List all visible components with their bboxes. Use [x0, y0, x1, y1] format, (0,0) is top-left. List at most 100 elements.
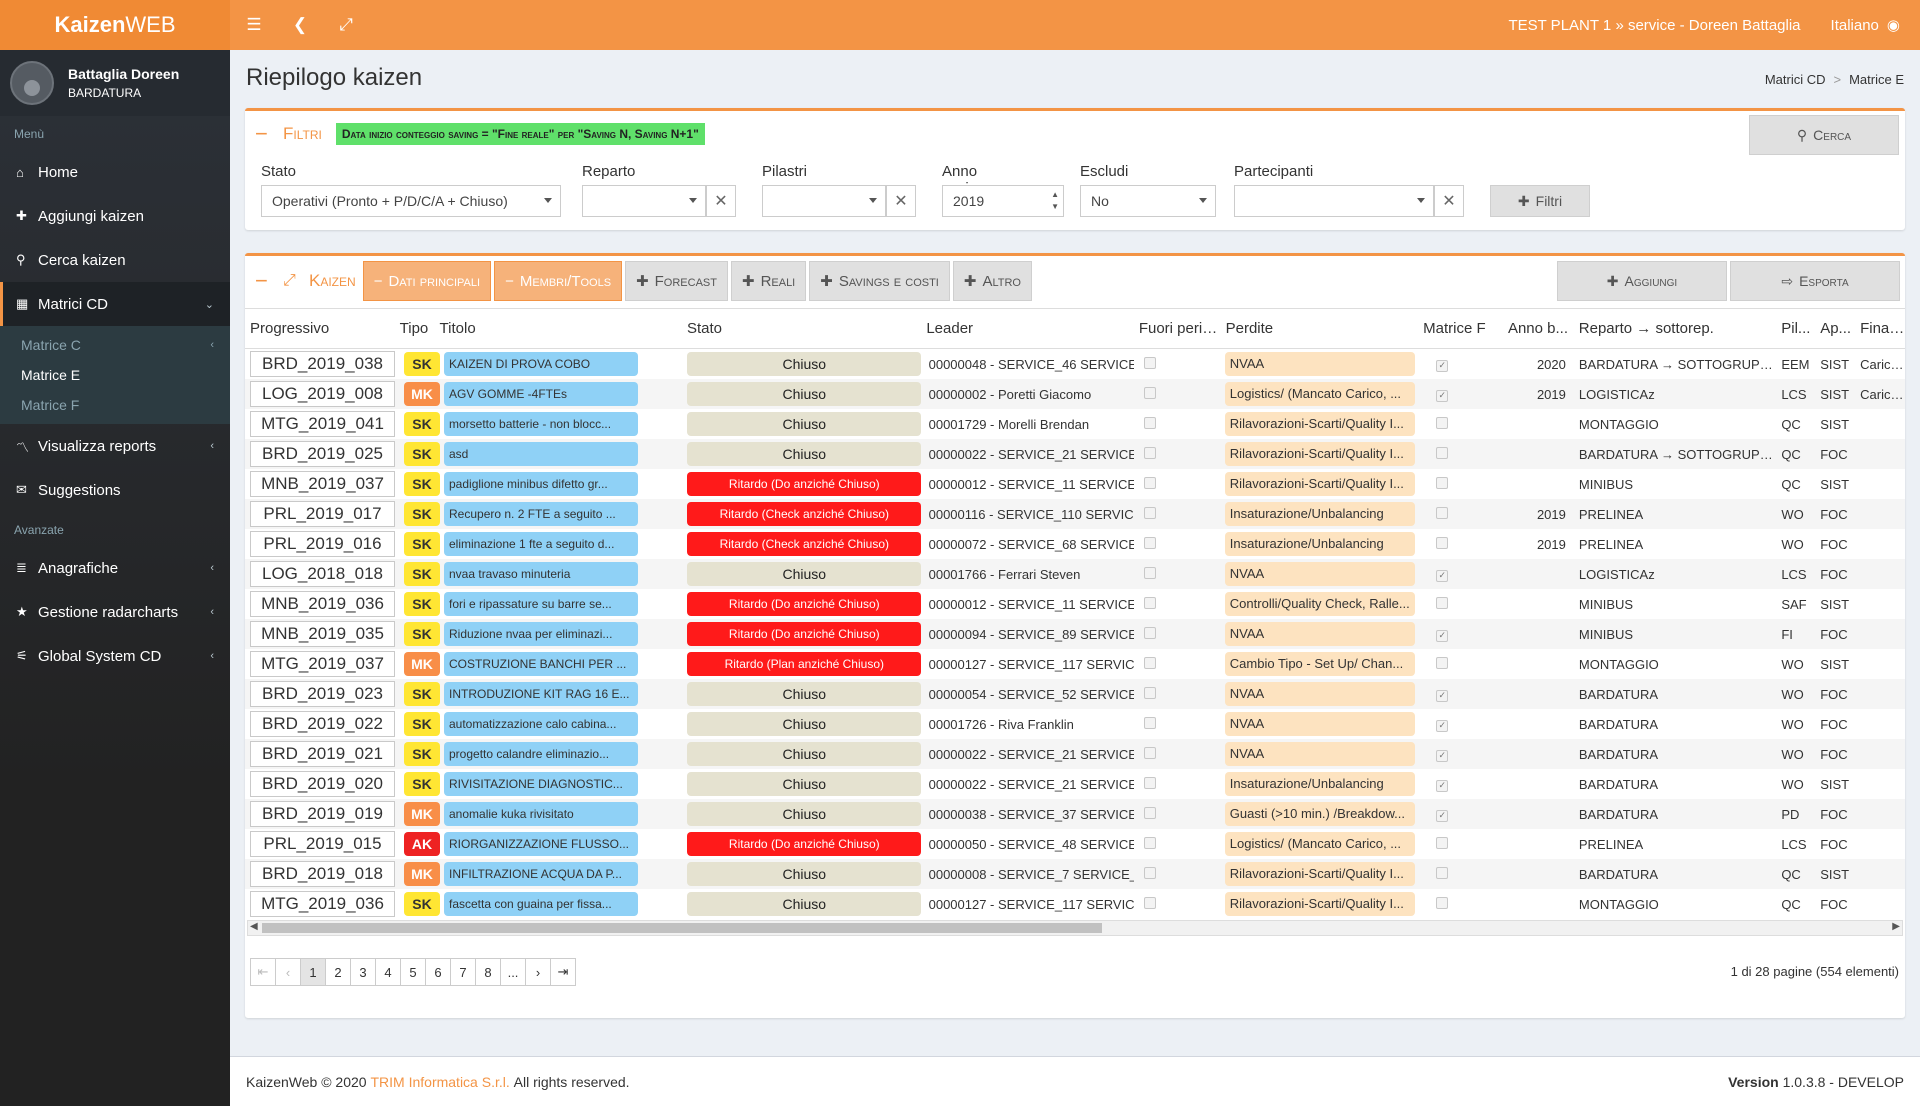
scroll-right-icon[interactable]: ▶ — [1892, 921, 1900, 932]
table-row[interactable]: BRD_2019_020 SK RIVISITAZIONE DIAGNOSTIC..… — [245, 769, 1905, 799]
page-button[interactable]: 4 — [375, 958, 401, 986]
horizontal-scrollbar[interactable]: ◀ ▶ — [247, 920, 1903, 936]
progressivo-cell[interactable]: BRD_2019_038 — [250, 351, 395, 377]
language-selector[interactable]: Italiano ◉ — [1831, 16, 1900, 35]
titolo-cell[interactable]: asd — [444, 442, 638, 466]
collapse-icon[interactable]: − — [255, 268, 273, 294]
page-button[interactable]: 7 — [450, 958, 476, 986]
page-button[interactable]: 6 — [425, 958, 451, 986]
collapse-icon[interactable]: − — [255, 121, 273, 147]
table-row[interactable]: PRL_2019_015 AK RIORGANIZZAZIONE FLUSSO...… — [245, 829, 1905, 859]
titolo-cell[interactable]: Riduzione nvaa per eliminazi... — [444, 622, 638, 646]
carryover-select[interactable]: No — [1080, 185, 1216, 217]
column-header[interactable]: Ap... — [1815, 320, 1855, 337]
progressivo-cell[interactable]: MTG_2019_036 — [250, 891, 395, 917]
titolo-cell[interactable]: Recupero n. 2 FTE a seguito ... — [444, 502, 638, 526]
titolo-cell[interactable]: progetto calandre eliminazio... — [444, 742, 638, 766]
titolo-cell[interactable]: nvaa travaso minuteria — [444, 562, 638, 586]
table-row[interactable]: BRD_2019_021 SK progetto calandre eliminaz… — [245, 739, 1905, 769]
table-row[interactable]: LOG_2019_008 MK AGV GOMME -4FTEs Chiuso 0000… — [245, 379, 1905, 409]
titolo-cell[interactable]: anomalie kuka rivisitato — [444, 802, 638, 826]
titolo-cell[interactable]: RIORGANIZZAZIONE FLUSSO... — [444, 832, 638, 856]
column-header[interactable]: Leader — [921, 320, 1133, 337]
fullscreen-icon[interactable]: ⤢ — [336, 15, 356, 35]
sidebar-item-matrice-f[interactable]: Matrice F — [0, 390, 230, 420]
back-arrow-icon[interactable]: ❮ — [290, 15, 310, 35]
export-button[interactable]: ⇨ Esporta — [1730, 261, 1900, 301]
page-button[interactable]: 2 — [325, 958, 351, 986]
table-row[interactable]: BRD_2019_018 MK INFILTRAZIONE ACQUA DA P..… — [245, 859, 1905, 889]
titolo-cell[interactable]: eliminazione 1 fte a seguito d... — [444, 532, 638, 556]
progressivo-cell[interactable]: MTG_2019_041 — [250, 411, 395, 437]
page-button[interactable]: 3 — [350, 958, 376, 986]
table-row[interactable]: LOG_2018_018 SK nvaa travaso minuteria Chiu… — [245, 559, 1905, 589]
tab-forecast[interactable]: ✚ Forecast — [625, 261, 728, 301]
spinner-arrows-icon[interactable]: ▲ ▼ — [1051, 189, 1059, 213]
progressivo-cell[interactable]: BRD_2019_019 — [250, 801, 395, 827]
partecipanti-clear-button[interactable]: ✕ — [1434, 185, 1464, 217]
pilastri-select[interactable] — [762, 185, 886, 217]
progressivo-cell[interactable]: MNB_2019_035 — [250, 621, 395, 647]
sidebar-item-reports[interactable]: 〽 Visualizza reports ‹ — [0, 424, 230, 468]
titolo-cell[interactable]: fascetta con guaina per fissa... — [444, 892, 638, 916]
sidebar-item-home[interactable]: ⌂ Home — [0, 150, 230, 194]
brand-logo[interactable]: Kaizen WEB — [0, 0, 230, 50]
sidebar-item-suggestions[interactable]: ✉ Suggestions — [0, 468, 230, 512]
sidebar-item-global-system[interactable]: ⚟ Global System CD ‹ — [0, 634, 230, 678]
filtri-button[interactable]: ✚ Filtri — [1490, 185, 1590, 217]
hamburger-menu-icon[interactable]: ☰ — [244, 15, 264, 35]
titolo-cell[interactable]: AGV GOMME -4FTEs — [444, 382, 638, 406]
titolo-cell[interactable]: INFILTRAZIONE ACQUA DA P... — [444, 862, 638, 886]
table-row[interactable]: BRD_2019_038 SK KAIZEN DI PROVA COBO Chiuso… — [245, 349, 1905, 379]
table-row[interactable]: MNB_2019_036 SK fori e ripassature su barr… — [245, 589, 1905, 619]
progressivo-cell[interactable]: BRD_2019_021 — [250, 741, 395, 767]
column-header[interactable]: Tipo — [395, 320, 435, 337]
table-row[interactable]: BRD_2019_025 SK asd Chiuso 00000022 - SERVIC… — [245, 439, 1905, 469]
titolo-cell[interactable]: padiglione minibus difetto gr... — [444, 472, 638, 496]
table-row[interactable]: MTG_2019_037 MK COSTRUZIONE BANCHI PER ...… — [245, 649, 1905, 679]
table-row[interactable]: MNB_2019_037 SK padiglione minibus difetto… — [245, 469, 1905, 499]
titolo-cell[interactable]: morsetto batterie - non blocc... — [444, 412, 638, 436]
search-button[interactable]: ⚲ Cerca — [1749, 115, 1899, 155]
progressivo-cell[interactable]: LOG_2019_008 — [250, 381, 395, 407]
tab-reali[interactable]: ✚ Reali — [730, 261, 807, 301]
last-page-icon[interactable]: ⇥ — [550, 958, 576, 986]
titolo-cell[interactable]: KAIZEN DI PROVA COBO — [444, 352, 638, 376]
page-button[interactable]: 8 — [475, 958, 501, 986]
stato-select[interactable]: Operativi (Pronto + P/D/C/A + Chiuso) — [261, 185, 561, 217]
progressivo-cell[interactable]: BRD_2019_025 — [250, 441, 395, 467]
anno-saving-input[interactable]: 2019 ▲ ▼ — [942, 185, 1064, 217]
column-header[interactable]: Pil... — [1776, 320, 1815, 337]
progressivo-cell[interactable]: PRL_2019_015 — [250, 831, 395, 857]
progressivo-cell[interactable]: PRL_2019_016 — [250, 531, 395, 557]
breadcrumb-matrici[interactable]: Matrici CD — [1765, 72, 1826, 87]
sidebar-item-matrici-cd[interactable]: ▦ Matrici CD ⌄ — [0, 282, 230, 326]
progressivo-cell[interactable]: MNB_2019_037 — [250, 471, 395, 497]
scroll-left-icon[interactable]: ◀ — [250, 921, 258, 932]
table-row[interactable]: MTG_2019_036 SK fascetta con guaina per fi… — [245, 889, 1905, 918]
progressivo-cell[interactable]: PRL_2019_017 — [250, 501, 395, 527]
sidebar-item-radarcharts[interactable]: ★ Gestione radarcharts ‹ — [0, 590, 230, 634]
scrollbar-thumb[interactable] — [262, 923, 1102, 933]
sidebar-item-add-kaizen[interactable]: ✚ Aggiungi kaizen — [0, 194, 230, 238]
table-row[interactable]: PRL_2019_017 SK Recupero n. 2 FTE a seguit… — [245, 499, 1905, 529]
column-header[interactable]: Reparto → sottorep. — [1574, 320, 1777, 337]
progressivo-cell[interactable]: BRD_2019_020 — [250, 771, 395, 797]
next-page-icon[interactable]: › — [525, 958, 551, 986]
column-header[interactable]: Matrice F — [1418, 320, 1503, 337]
pilastri-clear-button[interactable]: ✕ — [886, 185, 916, 217]
sidebar-item-matrice-c[interactable]: Matrice C ‹ — [0, 330, 230, 360]
add-kaizen-button[interactable]: ✚ Aggiungi — [1557, 261, 1727, 301]
progressivo-cell[interactable]: LOG_2018_018 — [250, 561, 395, 587]
company-link[interactable]: TRIM Informatica S.r.l. — [370, 1074, 509, 1090]
column-header[interactable]: Anno b... — [1503, 320, 1574, 337]
partecipanti-select[interactable] — [1234, 185, 1434, 217]
progressivo-cell[interactable]: BRD_2019_018 — [250, 861, 395, 887]
prev-page-icon[interactable]: ‹ — [275, 958, 301, 986]
table-row[interactable]: PRL_2019_016 SK eliminazione 1 fte a segui… — [245, 529, 1905, 559]
reparto-select[interactable] — [582, 185, 706, 217]
titolo-cell[interactable]: COSTRUZIONE BANCHI PER ... — [444, 652, 638, 676]
table-row[interactable]: BRD_2019_023 SK INTRODUZIONE KIT RAG 16 E.… — [245, 679, 1905, 709]
column-header[interactable]: Progressivo — [245, 320, 395, 337]
plant-info[interactable]: TEST PLANT 1 » service - Doreen Battagli… — [1508, 17, 1800, 34]
